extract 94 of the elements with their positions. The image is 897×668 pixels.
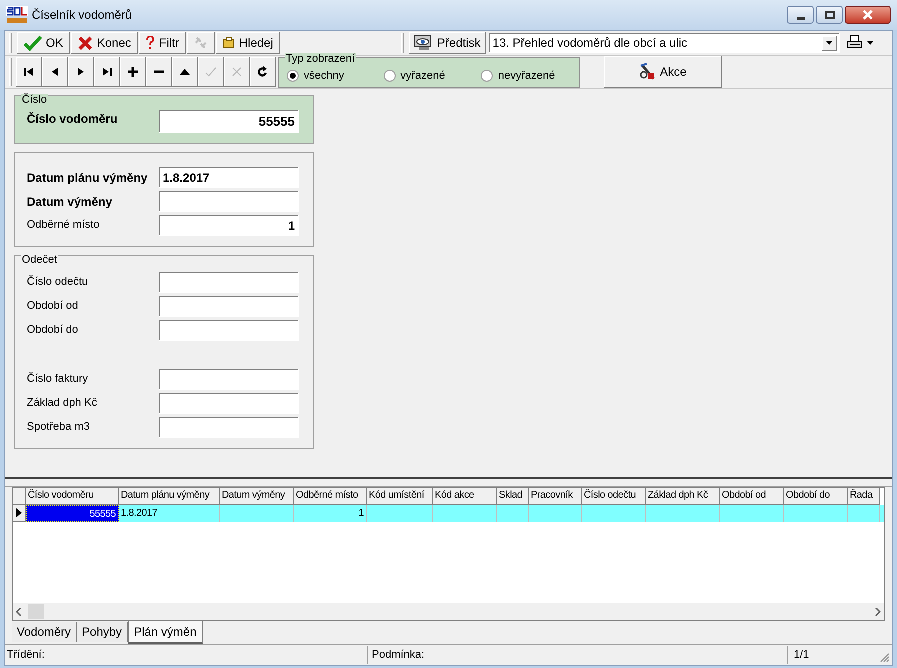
column-header[interactable]: Odběrné místo [294, 488, 367, 505]
input-field[interactable] [159, 296, 299, 317]
plus-icon [127, 66, 139, 78]
input-field[interactable] [159, 191, 299, 212]
column-header[interactable]: Řada [848, 488, 880, 505]
app-logo-icon [6, 6, 28, 24]
toolbar-button[interactable]: Konec [71, 32, 138, 54]
question-mark-icon [146, 36, 156, 50]
column-header[interactable]: Základ dph Kč [646, 488, 720, 505]
toolbar-button[interactable]: Hledej [216, 32, 280, 54]
current-row-icon [16, 508, 22, 518]
horizontal-scrollbar[interactable] [13, 603, 884, 620]
input-field[interactable] [159, 369, 299, 390]
condition-status: Podmínka: [368, 646, 788, 664]
navigation-button[interactable] [250, 57, 276, 87]
field-label: Období od [27, 299, 80, 314]
minimize-button[interactable] [787, 6, 814, 24]
table-cell: 1.8.2017 [119, 505, 220, 522]
input-field[interactable] [159, 272, 299, 293]
group-title: Odečet [21, 254, 58, 266]
select-all-cell[interactable] [13, 488, 26, 505]
close-icon [863, 10, 873, 20]
navigation-button[interactable] [172, 57, 198, 87]
navigation-button[interactable] [42, 57, 68, 87]
column-header[interactable]: Sklad [497, 488, 529, 505]
field-label: Číslo odečtu [27, 274, 90, 290]
field-label: Datum výměny [27, 194, 114, 210]
folder-icon [223, 37, 236, 49]
tab[interactable]: Plán výměn [128, 621, 203, 644]
input-field[interactable] [159, 393, 299, 414]
caret-icon [866, 41, 874, 45]
input-field[interactable]: 1.8.2017 [159, 167, 299, 188]
column-header[interactable]: Období do [784, 488, 848, 505]
input-field[interactable]: 55555 [159, 110, 299, 133]
navigation-button[interactable] [120, 57, 146, 87]
scroll-right-icon [875, 608, 881, 616]
action-button[interactable]: Akce [604, 56, 722, 88]
report-dropdown[interactable]: 13. Přehled vodoměrů dle obcí a ulic [488, 33, 840, 53]
table-cell: 55555 [26, 505, 119, 522]
first-record-icon [23, 66, 35, 78]
toolbar-button[interactable]: Filtr [139, 32, 186, 54]
column-header[interactable]: Pracovník [529, 488, 582, 505]
cancel-icon [231, 66, 243, 78]
column-header[interactable]: Datum výměny [220, 488, 294, 505]
column-header[interactable]: Datum plánu výměny [119, 488, 220, 505]
last-record-icon [101, 66, 113, 78]
input-field[interactable] [159, 320, 299, 341]
print-button[interactable] [846, 35, 874, 51]
input-field[interactable]: 1 [159, 215, 299, 236]
field-label: Číslo faktury [27, 371, 90, 388]
window-title: Číselník vodoměrů [32, 7, 132, 24]
refresh-icon [257, 66, 269, 78]
column-header[interactable]: Číslo odečtu [582, 488, 646, 505]
column-header[interactable]: Kód umístění [367, 488, 433, 505]
field-label: Odběrné místo [27, 218, 101, 234]
field-label: Základ dph Kč [27, 396, 98, 412]
radio-option[interactable]: vyřazené [384, 68, 482, 84]
column-header[interactable]: Období od [720, 488, 784, 505]
field-label: Datum plánu výměny [27, 170, 149, 186]
group-title: Číslo [21, 94, 48, 106]
toolbar-button[interactable]: OK [17, 32, 70, 54]
sort-status: Třídění: [5, 646, 368, 664]
table-cell: 1 [294, 505, 367, 522]
group-title: Typ zobrazení [285, 52, 356, 64]
column-header[interactable]: Číslo vodoměru [26, 488, 119, 505]
check-icon [24, 35, 42, 51]
field-label: Období do [27, 323, 80, 338]
splitter-bar[interactable] [5, 477, 892, 487]
column-header[interactable]: Kód akce [433, 488, 497, 505]
field-label: Spotřeba m3 [27, 420, 91, 436]
tab[interactable]: Vodoměry [12, 622, 78, 642]
resize-grip-icon [880, 653, 890, 663]
scroll-left-icon [16, 608, 22, 616]
radio-option[interactable]: nevyřazené [481, 68, 580, 84]
maximize-button[interactable] [816, 6, 843, 24]
navigation-button[interactable] [68, 57, 94, 87]
input-field[interactable] [159, 417, 299, 438]
table-row[interactable]: 55555 1.8.2017 1 [13, 505, 884, 522]
x-icon [78, 36, 94, 50]
radio-option[interactable]: všechny [287, 68, 384, 84]
tools-icon [639, 63, 658, 81]
scroll-thumb[interactable] [28, 604, 44, 619]
navigation-button[interactable] [94, 57, 120, 87]
close-button[interactable] [845, 6, 891, 24]
tab[interactable]: Pohyby [77, 622, 128, 642]
navigation-button[interactable] [146, 57, 172, 87]
field-label: Číslo vodoměru [27, 111, 119, 128]
printer-icon [846, 35, 863, 51]
navigation-button[interactable] [16, 57, 42, 87]
record-position: 1/1 [793, 648, 810, 663]
check-icon [205, 66, 217, 78]
monitor-eye-icon [414, 35, 434, 51]
preprint-button[interactable]: Předtisk [409, 32, 486, 54]
chain-icon [194, 35, 208, 51]
